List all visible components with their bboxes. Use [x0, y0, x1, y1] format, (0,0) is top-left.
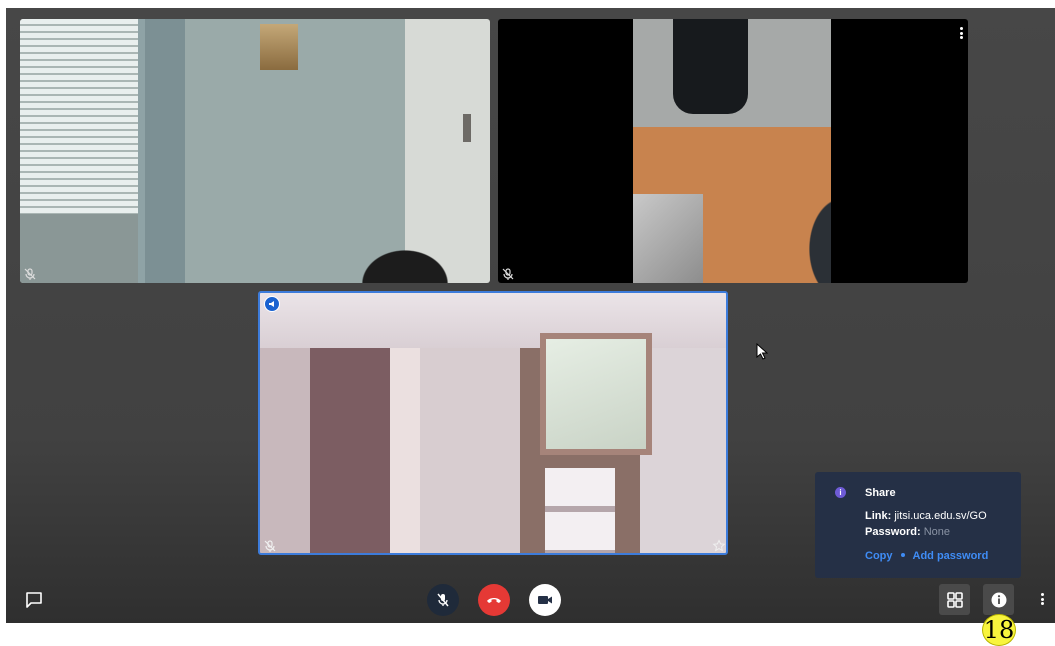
add-password-button[interactable]: Add password: [913, 550, 989, 562]
share-password-row: Password: None: [865, 526, 950, 538]
tile-more-icon[interactable]: [958, 26, 964, 40]
video-tile-participant-2[interactable]: [498, 19, 968, 283]
camera-toggle-button[interactable]: [529, 584, 561, 616]
video-tile-dominant-speaker[interactable]: [258, 291, 728, 555]
tile-scene-cabinet: [545, 468, 615, 553]
audio-muted-icon: [502, 268, 514, 280]
tile-scene-sill: [20, 214, 138, 283]
share-link-row: Link: jitsi.uca.edu.sv/GO: [865, 510, 987, 522]
tile-view-icon: [946, 591, 963, 608]
share-info-popup: i Share Link: jitsi.uca.edu.sv/GO Passwo…: [815, 472, 1021, 578]
share-password-value: None: [923, 526, 950, 538]
phone-hangup-icon: [487, 598, 501, 603]
video-tile-participant-1[interactable]: [20, 19, 490, 283]
info-button[interactable]: [983, 584, 1014, 615]
mic-muted-icon: [437, 593, 449, 607]
tile-scene-switch: [463, 114, 471, 142]
tile-scene-picture: [260, 24, 298, 70]
copy-link-button[interactable]: Copy: [865, 550, 893, 562]
annotation-number-badge: 18: [982, 614, 1016, 646]
more-vertical-icon[interactable]: [1039, 592, 1045, 606]
info-icon: [991, 592, 1006, 607]
tile-scene-ceiling: [260, 293, 726, 348]
audio-muted-icon: [264, 540, 276, 552]
share-link-label: Link:: [865, 510, 892, 522]
dominant-speaker-icon: [264, 296, 280, 312]
share-info-icon: i: [835, 487, 846, 498]
action-separator: [900, 553, 905, 558]
tile-scene-object: [633, 194, 703, 283]
tile-scene-window: [540, 333, 652, 455]
chat-bubble-icon[interactable]: [25, 591, 43, 609]
video-camera-icon: [538, 596, 552, 604]
share-actions: Copy Add password: [865, 550, 988, 562]
tile-scene-blinds: [20, 19, 138, 214]
tile-view-button[interactable]: [939, 584, 970, 615]
moderator-star-icon: [712, 539, 726, 552]
share-link-value[interactable]: jitsi.uca.edu.sv/GO: [894, 510, 986, 522]
mouse-cursor-icon: [756, 343, 768, 360]
audio-muted-icon: [24, 268, 36, 280]
share-password-label: Password:: [865, 526, 921, 538]
mic-toggle-button[interactable]: [427, 584, 459, 616]
share-title: Share: [865, 487, 896, 499]
tile-scene-chair: [673, 19, 748, 114]
tile-video-feed: [633, 19, 831, 283]
hangup-button[interactable]: [478, 584, 510, 616]
